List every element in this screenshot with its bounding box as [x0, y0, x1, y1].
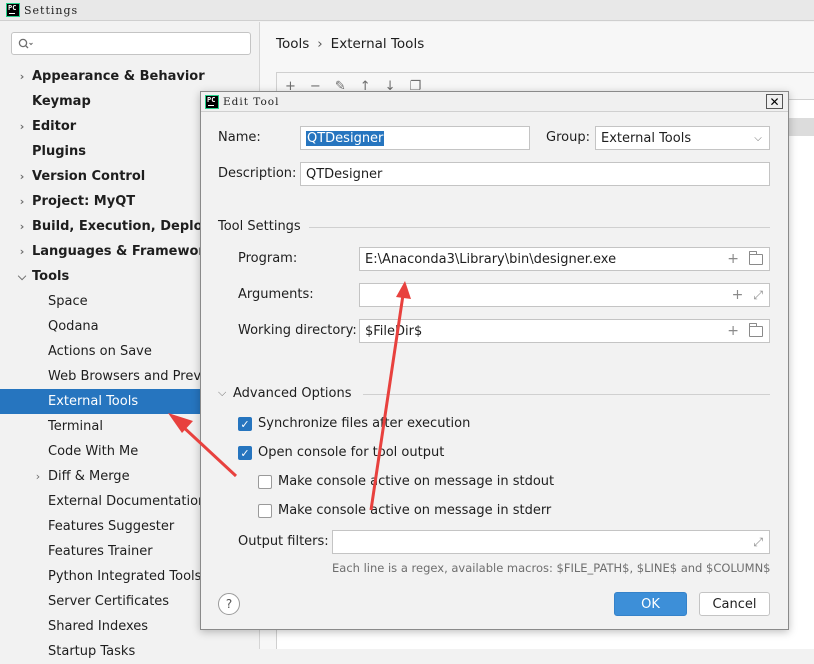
sidebar-item-label: Keymap: [32, 94, 91, 109]
sidebar-item-label: Terminal: [48, 419, 103, 434]
sidebar-item-label: Project: MyQT: [32, 194, 136, 209]
sidebar-item-appearance-behavior[interactable]: › Appearance & Behavior: [0, 64, 260, 89]
close-icon[interactable]: ✕: [766, 94, 783, 109]
chevron-down-icon[interactable]: ⌵: [747, 127, 769, 149]
output-filters-label: Output filters:: [238, 534, 329, 549]
sidebar-item-label: Shared Indexes: [48, 619, 149, 634]
sidebar-item-label: External Tools: [48, 394, 139, 409]
working-directory-field[interactable]: $FileDir$ +: [359, 319, 770, 343]
output-filters-field[interactable]: ⤢: [332, 530, 770, 554]
sidebar-item-label: Editor: [32, 119, 77, 134]
sidebar-item-label: Actions on Save: [48, 344, 152, 359]
sidebar-item-label: Plugins: [32, 144, 86, 159]
open-console-label[interactable]: Open console for tool output: [258, 445, 444, 460]
sync-files-label[interactable]: Synchronize files after execution: [258, 416, 470, 431]
chevron-right-icon[interactable]: ›: [32, 464, 44, 489]
tool-settings-header: Tool Settings: [218, 219, 301, 234]
ok-button[interactable]: OK: [614, 592, 687, 616]
section-divider: [363, 394, 770, 395]
chevron-right-icon[interactable]: ›: [16, 114, 28, 139]
chevron-down-icon[interactable]: ⌵: [16, 264, 28, 289]
sidebar-item-label: Languages & Frameworks: [32, 244, 222, 259]
sidebar-item-label: Features Suggester: [48, 519, 175, 534]
dialog-title: Edit Tool: [223, 95, 280, 108]
name-field[interactable]: QTDesigner: [300, 126, 530, 150]
sidebar-item-label: Server Certificates: [48, 594, 170, 609]
collapse-chevron-icon[interactable]: ⌵: [218, 386, 226, 400]
chevron-right-icon[interactable]: ›: [16, 64, 28, 89]
description-value: QTDesigner: [306, 166, 383, 182]
pycharm-logo-icon: PC: [6, 3, 20, 17]
advanced-options-header[interactable]: Advanced Options: [233, 386, 352, 401]
search-icon: [18, 38, 33, 48]
expand-icon[interactable]: ⤢: [753, 535, 763, 550]
breadcrumb: Tools › External Tools: [276, 36, 424, 52]
insert-macro-icon[interactable]: +: [727, 251, 739, 267]
sidebar-item-label: External Documentation: [48, 494, 207, 509]
macros-hint: Each line is a regex, available macros: …: [332, 561, 771, 575]
insert-macro-icon[interactable]: +: [732, 287, 744, 303]
dialog-title-bar: PC Edit Tool ✕: [201, 92, 788, 112]
sidebar-item-label: Web Browsers and Preview: [48, 369, 224, 384]
cancel-button[interactable]: Cancel: [699, 592, 770, 616]
sidebar-item-label: Python Integrated Tools: [48, 569, 202, 584]
chevron-right-icon[interactable]: ›: [16, 189, 28, 214]
insert-macro-icon[interactable]: +: [727, 323, 739, 339]
description-label: Description:: [218, 166, 297, 181]
name-label: Name:: [218, 130, 261, 145]
sidebar-item-label: Startup Tasks: [48, 644, 136, 659]
section-divider: [309, 227, 770, 228]
description-field[interactable]: QTDesigner: [300, 162, 770, 186]
folder-icon[interactable]: [749, 251, 763, 265]
sidebar-item-label: Space: [48, 294, 88, 309]
chevron-right-icon[interactable]: ›: [16, 239, 28, 264]
console-stdout-label[interactable]: Make console active on message in stdout: [278, 474, 554, 489]
expand-icon[interactable]: ⤢: [753, 288, 763, 303]
settings-window-title: Settings: [24, 3, 79, 17]
arguments-label: Arguments:: [238, 287, 314, 302]
program-value: E:\Anaconda3\Library\bin\designer.exe: [365, 251, 617, 267]
arguments-field[interactable]: + ⤢: [359, 283, 770, 307]
help-button[interactable]: ?: [218, 593, 240, 615]
sidebar-item-label: Appearance & Behavior: [32, 69, 205, 84]
working-directory-value: $FileDir$: [365, 323, 423, 339]
breadcrumb-separator: ›: [317, 36, 323, 52]
breadcrumb-parent[interactable]: Tools: [276, 36, 309, 52]
sidebar-item-startup-tasks[interactable]: Startup Tasks: [0, 639, 260, 664]
help-icon: ?: [225, 597, 233, 611]
program-label: Program:: [238, 251, 298, 266]
group-combobox[interactable]: External Tools ⌵: [595, 126, 770, 150]
sidebar-item-label: Version Control: [32, 169, 146, 184]
program-field[interactable]: E:\Anaconda3\Library\bin\designer.exe +: [359, 247, 770, 271]
pycharm-logo-icon: PC: [205, 94, 219, 109]
open-console-checkbox[interactable]: ✓: [238, 446, 252, 460]
settings-title-bar: PC Settings: [0, 0, 814, 21]
chevron-right-icon[interactable]: ›: [16, 164, 28, 189]
breadcrumb-current: External Tools: [330, 36, 425, 52]
working-directory-label: Working directory:: [238, 323, 357, 338]
sync-files-checkbox[interactable]: ✓: [238, 417, 252, 431]
name-value: QTDesigner: [306, 130, 385, 146]
console-stderr-checkbox[interactable]: [258, 504, 272, 518]
sidebar-item-label: Qodana: [48, 319, 99, 334]
edit-tool-dialog: PC Edit Tool ✕ Name: QTDesigner Group: E…: [200, 91, 789, 630]
sidebar-item-label: Features Trainer: [48, 544, 153, 559]
sidebar-item-label: Diff & Merge: [48, 469, 130, 484]
group-label: Group:: [546, 130, 590, 145]
chevron-right-icon[interactable]: ›: [16, 214, 28, 239]
folder-icon[interactable]: [749, 323, 763, 337]
sidebar-item-label: Tools: [32, 269, 70, 284]
sidebar-item-label: Code With Me: [48, 444, 139, 459]
console-stderr-label[interactable]: Make console active on message in stderr: [278, 503, 551, 518]
group-value: External Tools: [601, 130, 692, 146]
console-stdout-checkbox[interactable]: [258, 475, 272, 489]
settings-search-input[interactable]: [11, 32, 251, 55]
